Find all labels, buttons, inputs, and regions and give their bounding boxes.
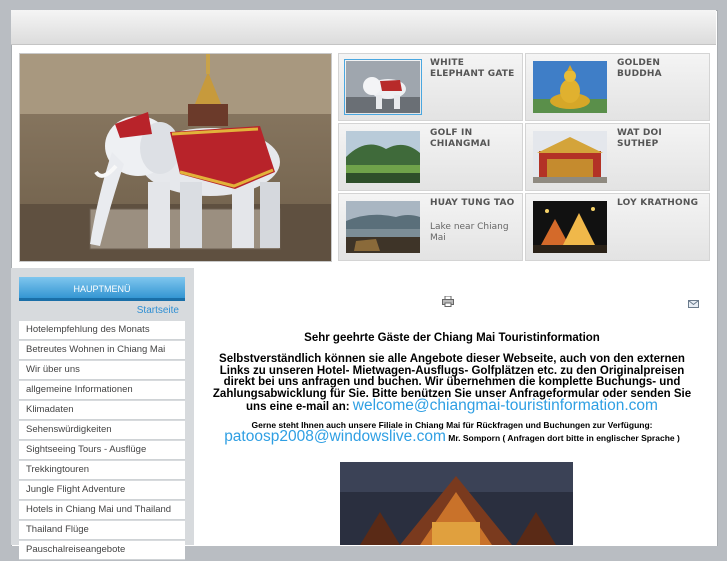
tile-title: GOLF IN CHIANGMAI	[430, 128, 491, 149]
menu-item[interactable]: Betreutes Wohnen in Chiang Mai	[19, 341, 185, 360]
golden-buddha-thumbnail	[533, 61, 607, 113]
tile-title: WAT DOI SUTHEP	[617, 128, 662, 149]
menu-item[interactable]: Wir über uns	[19, 361, 185, 380]
menu-item[interactable]: Sightseeing Tours - Ausflüge	[19, 441, 185, 460]
main-menu-list: Hotelempfehlung des Monats Betreutes Woh…	[19, 321, 185, 561]
branch-note: Gerne steht Ihnen auch unsere Filiale in…	[212, 420, 692, 444]
menu-item[interactable]: Trekkingtouren	[19, 461, 185, 480]
featured-tile-golden-buddha[interactable]: GOLDEN BUDDHA	[525, 53, 710, 121]
article-title: Sehr geehrte Gäste der Chiang Mai Touris…	[304, 332, 600, 344]
email-link-welcome[interactable]: welcome@chiangmai-touristinformation.com	[353, 397, 658, 414]
tile-subtitle: Lake near Chiang Mai	[430, 222, 509, 243]
email-link-branch[interactable]: patoosp2008@windowslive.com	[224, 428, 446, 445]
article-body: Selbstverständlich können sie alle Angeb…	[212, 353, 692, 414]
email-icon[interactable]	[688, 293, 699, 308]
menu-item[interactable]: allgemeine Informationen	[19, 381, 185, 400]
menu-item[interactable]: Thailand Flüge	[19, 521, 185, 540]
featured-tile-white-elephant-gate[interactable]: WHITE ELEPHANT GATE	[338, 53, 523, 121]
tile-title: WHITE ELEPHANT GATE	[430, 58, 515, 79]
huay-tung-tao-thumbnail	[346, 201, 420, 253]
featured-tile-wat-doi-suthep[interactable]: WAT DOI SUTHEP	[525, 123, 710, 191]
golf-course-thumbnail	[346, 131, 420, 183]
menu-item[interactable]: Hotels in Chiang Mai und Thailand	[19, 501, 185, 520]
white-elephant-thumbnail	[344, 59, 422, 115]
menu-item[interactable]: Klimadaten	[19, 401, 185, 420]
temple-photo	[340, 462, 573, 545]
tile-title: LOY KRATHONG	[617, 198, 699, 208]
featured-tile-golf-in-chiangmai[interactable]: GOLF IN CHIANGMAI	[338, 123, 523, 191]
branch-contact: Mr. Somporn ( Anfragen dort bitte in eng…	[448, 432, 680, 443]
menu-item[interactable]: Hotelempfehlung des Monats	[19, 321, 185, 340]
main-menu-header: HAUPTMENÜ	[19, 277, 185, 301]
article: Sehr geehrte Gäste der Chiang Mai Touris…	[212, 330, 692, 444]
loy-krathong-thumbnail	[533, 201, 607, 253]
featured-tile-loy-krathong[interactable]: LOY KRATHONG	[525, 193, 710, 261]
tile-title: HUAY TUNG TAO	[430, 198, 515, 208]
tile-title: GOLDEN BUDDHA	[617, 58, 662, 79]
menu-item[interactable]: Pauschalreiseangebote	[19, 541, 185, 560]
hero-image	[19, 53, 332, 262]
top-header-bar	[11, 10, 716, 45]
menu-item[interactable]: Sehenswürdigkeiten	[19, 421, 185, 440]
menu-item[interactable]: Jungle Flight Adventure	[19, 481, 185, 500]
home-link[interactable]: Startseite	[19, 303, 179, 319]
printer-icon[interactable]	[442, 292, 454, 307]
wat-doi-suthep-thumbnail	[533, 131, 607, 183]
featured-tile-huay-tung-tao[interactable]: HUAY TUNG TAO Lake near Chiang Mai	[338, 193, 523, 261]
